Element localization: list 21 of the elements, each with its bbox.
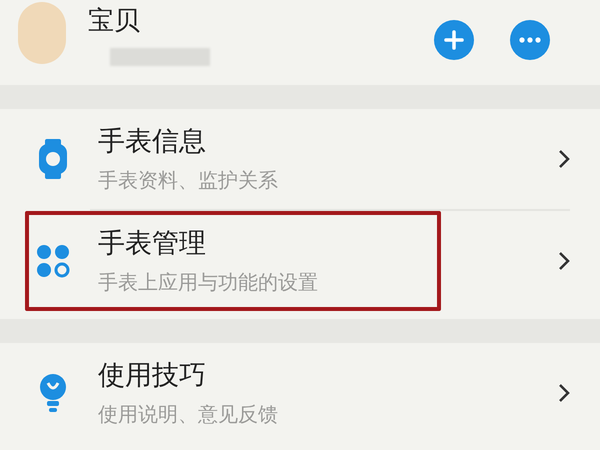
add-icon <box>444 30 464 50</box>
menu-item-title: 使用技巧 <box>98 359 207 393</box>
apps-grid-icon <box>36 244 70 278</box>
menu-item-subtitle: 手表上应用与功能的设置 <box>98 269 319 295</box>
menu-item-subtitle: 使用说明、意见反馈 <box>98 401 279 427</box>
menu-item-title: 手表信息 <box>98 125 207 159</box>
chevron-right-icon <box>558 251 570 271</box>
add-button[interactable] <box>434 20 474 60</box>
menu-item-subtitle: 手表资料、监护关系 <box>98 167 279 193</box>
lightbulb-icon <box>38 373 68 413</box>
chevron-right-icon <box>558 383 570 403</box>
menu-item[interactable]: 手表管理 手表上应用与功能的设置 <box>0 211 600 311</box>
more-icon <box>519 37 541 43</box>
avatar <box>18 2 66 64</box>
menu-item[interactable]: 使用技巧 使用说明、意见反馈 <box>0 343 600 443</box>
chevron-right-icon <box>558 149 570 169</box>
profile-name: 宝贝 <box>88 6 141 36</box>
more-button[interactable] <box>510 20 550 60</box>
watch-icon <box>38 139 68 179</box>
menu-item-title: 手表管理 <box>98 227 207 261</box>
menu-item[interactable]: 手表信息 手表资料、监护关系 <box>0 109 600 209</box>
